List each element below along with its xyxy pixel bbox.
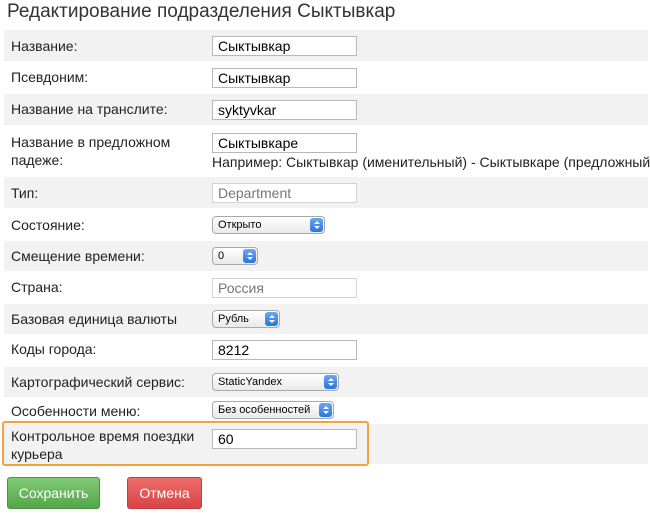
type-label: Тип: — [11, 185, 39, 201]
prepositional-label-line1: Название в предложном — [11, 134, 171, 150]
city-codes-label: Коды города: — [11, 341, 97, 357]
row-currency: Базовая единица валюты Рубль — [4, 304, 648, 334]
edit-department-form: Редактирование подразделения Сыктывкар Н… — [0, 0, 650, 518]
city-codes-input[interactable] — [212, 340, 357, 360]
name-input[interactable] — [212, 36, 357, 56]
name-label: Название: — [11, 38, 78, 54]
map-service-label: Картографический сервис: — [11, 374, 185, 390]
country-input — [212, 278, 357, 298]
select-arrows-icon — [319, 403, 332, 417]
courier-time-highlight — [2, 421, 369, 466]
currency-select-value: Рубль — [218, 313, 249, 325]
row-alias: Псевдоним: — [4, 62, 648, 93]
country-label: Страна: — [11, 279, 63, 295]
map-service-select[interactable]: StaticYandex — [212, 373, 339, 391]
prepositional-input[interactable] — [212, 133, 357, 153]
currency-label: Базовая единица валюты — [11, 311, 178, 327]
row-country: Страна: — [4, 272, 648, 303]
row-type: Тип: — [4, 177, 648, 208]
state-select[interactable]: Открыто — [212, 216, 325, 234]
menu-features-label: Особенности меню: — [11, 403, 141, 419]
alias-label: Псевдоним: — [11, 69, 89, 85]
select-arrows-icon — [243, 249, 256, 263]
select-arrows-icon — [265, 312, 278, 326]
menu-features-select[interactable]: Без особенностей — [212, 401, 334, 419]
translit-label: Название на транслите: — [11, 101, 168, 117]
save-button[interactable]: Сохранить — [7, 477, 100, 509]
currency-select[interactable]: Рубль — [212, 310, 280, 328]
row-prepositional: Название в предложном падеже: Например: … — [4, 126, 650, 176]
row-time-offset: Смещение времени: 0 — [4, 241, 648, 271]
row-map-service: Картографический сервис: StaticYandex — [4, 367, 648, 397]
prepositional-label-line2: падеже: — [11, 152, 64, 168]
cancel-button[interactable]: Отмена — [127, 477, 202, 509]
select-arrows-icon — [310, 218, 323, 232]
time-offset-select-value: 0 — [218, 250, 225, 262]
translit-input[interactable] — [212, 100, 357, 120]
alias-input[interactable] — [212, 68, 357, 88]
page-title: Редактирование подразделения Сыктывкар — [7, 1, 396, 22]
row-name: Название: — [4, 30, 648, 61]
row-translit: Название на транслите: — [4, 94, 648, 125]
time-offset-label: Смещение времени: — [11, 248, 145, 264]
map-service-select-value: StaticYandex — [218, 376, 283, 388]
state-label: Состояние: — [11, 217, 85, 233]
row-city-codes: Коды города: — [4, 335, 648, 366]
state-select-value: Открыто — [218, 219, 262, 231]
row-state: Состояние: Открыто — [4, 209, 648, 240]
prepositional-hint: Например: Сыктывкар (именительный) - Сык… — [212, 154, 650, 170]
type-input — [212, 183, 357, 203]
menu-features-select-value: Без особенностей — [218, 404, 311, 416]
time-offset-select[interactable]: 0 — [212, 247, 258, 265]
select-arrows-icon — [324, 375, 337, 389]
